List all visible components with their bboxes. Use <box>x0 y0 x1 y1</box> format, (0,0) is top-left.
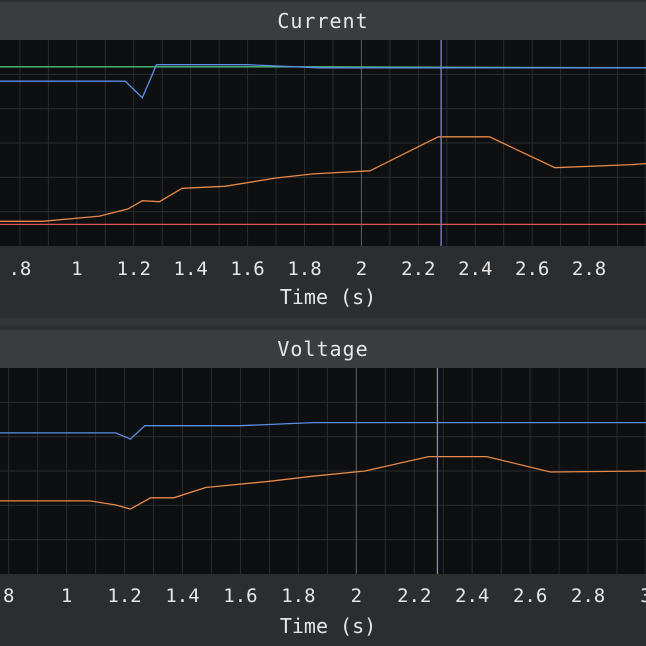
x-tick-label: 2.4 <box>458 258 492 280</box>
x-axis-label: Time (s) <box>280 614 376 638</box>
x-tick-label: 1.6 <box>223 585 257 607</box>
x-tick-label: 2.6 <box>515 258 549 280</box>
x-tick-label: 1.8 <box>281 585 315 607</box>
x-tick-label: 1 <box>71 258 82 280</box>
voltage-plot-title: Voltage <box>0 330 646 368</box>
x-tick-label: 8 <box>3 585 14 607</box>
voltage-plot[interactable]: 8 1 1.2 1.4 1.6 1.8 2 2.2 2.4 2.6 2.8 3 Time (s) <box>0 368 646 646</box>
x-tick-label: 2.4 <box>455 585 489 607</box>
x-tick-label: 2 <box>356 258 367 280</box>
x-tick-label: 1.4 <box>174 258 208 280</box>
x-tick-label: 2.2 <box>397 585 431 607</box>
x-tick-label: 2.6 <box>513 585 547 607</box>
current-plot[interactable]: .8 1 1.2 1.4 1.6 1.8 2 2.2 2.4 2.6 2.8 Time (s) <box>0 40 646 318</box>
x-tick-label: 1 <box>61 585 72 607</box>
x-tick-label: 1.6 <box>230 258 264 280</box>
x-tick-label: 1.4 <box>165 585 199 607</box>
x-axis-label: Time (s) <box>280 285 376 309</box>
x-tick-label: 2.8 <box>571 585 605 607</box>
x-tick-label: 1.2 <box>107 585 141 607</box>
current-plot-panel: Current .8 1 1.2 1.4 1.6 1.8 2 2.2 2.4 2.6 2.8 Time… <box>0 0 646 318</box>
x-tick-label: 1.8 <box>287 258 321 280</box>
x-tick-label: .8 <box>8 258 31 280</box>
x-tick-label: 2 <box>351 585 362 607</box>
x-tick-label: 1.2 <box>117 258 151 280</box>
x-tick-label: 2.8 <box>572 258 606 280</box>
voltage-plot-panel: Voltage 8 1 1.2 1.4 1.6 1.8 2 2.2 2.4 2.6 2.8 3 Time… <box>0 326 646 646</box>
current-plot-title: Current <box>0 2 646 40</box>
x-tick-label: 2.2 <box>401 258 435 280</box>
x-tick-label: 3 <box>640 585 646 607</box>
